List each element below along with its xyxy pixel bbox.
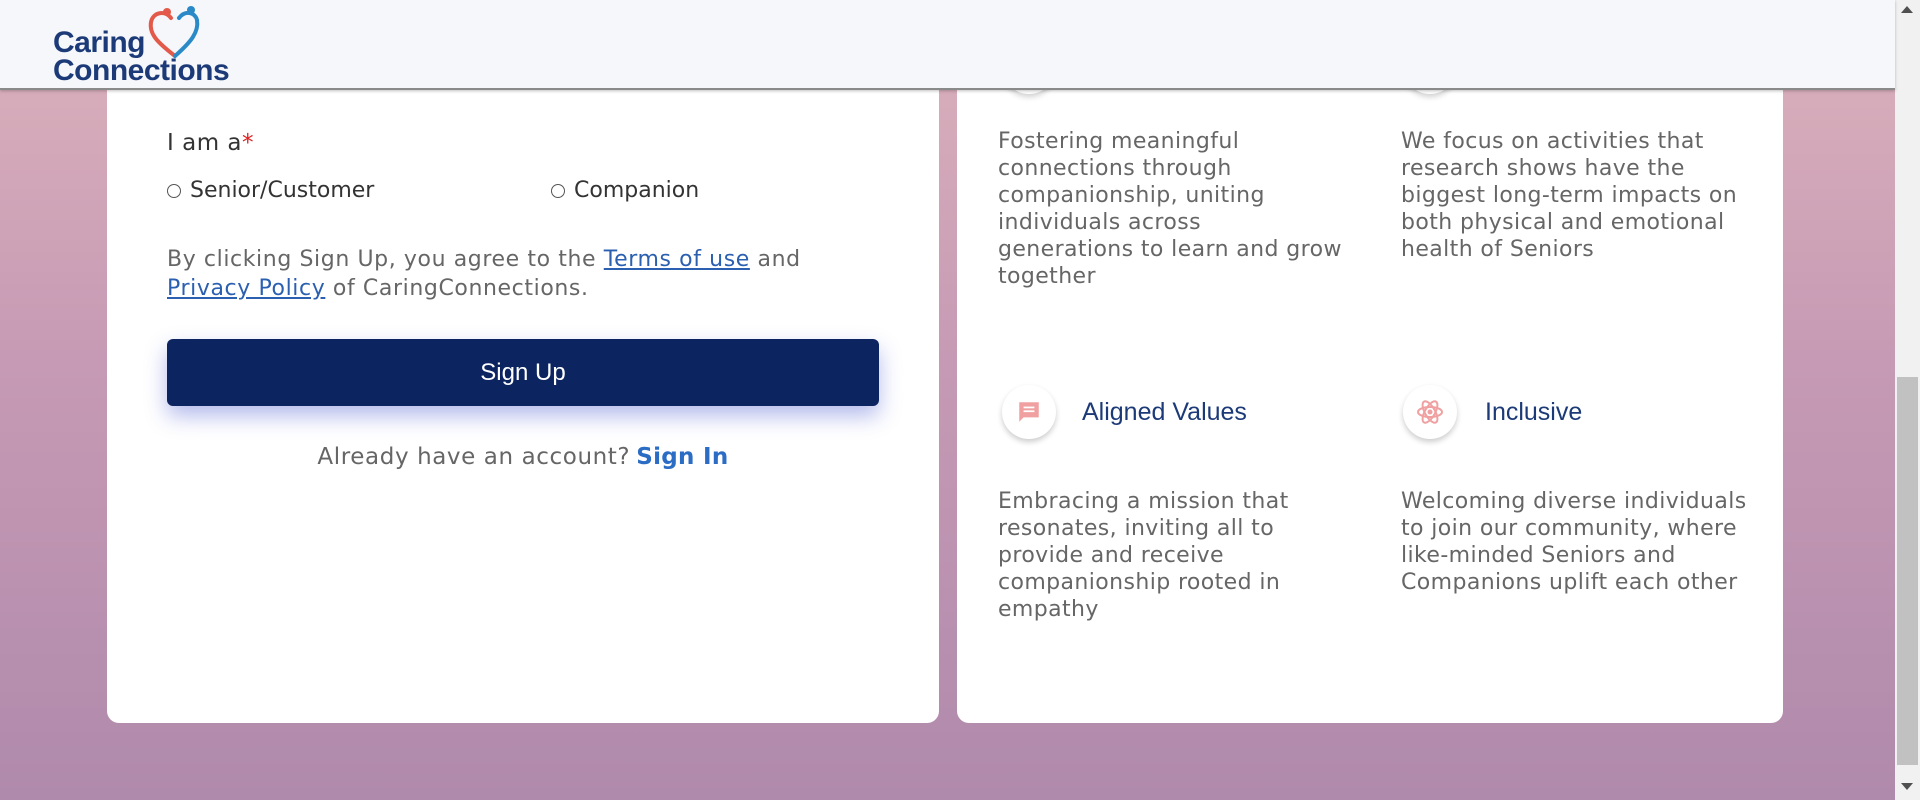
chat-icon [1002, 385, 1056, 439]
caring-connections-logo[interactable]: Caring Connections [50, 4, 240, 86]
atom-icon [1403, 385, 1457, 439]
feature-description: Fostering meaningful connections through… [998, 129, 1342, 289]
radio-label: Senior/Customer [190, 178, 375, 203]
feature-description: We focus on activities that research sho… [1401, 129, 1738, 262]
scroll-down-arrow-icon[interactable] [1901, 783, 1913, 790]
role-label: I am a* [167, 130, 254, 156]
feature-description: Embracing a mission that resonates, invi… [998, 489, 1289, 622]
radio-button[interactable] [167, 183, 181, 198]
feature-title-aligned-values: Aligned Values [1082, 398, 1247, 426]
radio-label: Companion [574, 178, 700, 203]
radio-senior-customer[interactable]: Senior/Customer [167, 178, 374, 203]
scrollbar-thumb[interactable] [1897, 377, 1918, 765]
vertical-scrollbar[interactable] [1895, 0, 1920, 800]
logo-text-connections: Connections [53, 54, 230, 87]
feature-title-inclusive: Inclusive [1485, 398, 1583, 426]
scroll-up-arrow-icon[interactable] [1901, 6, 1913, 13]
terms-of-use-link[interactable]: Terms of use [604, 247, 750, 272]
already-have-account: Already have an account? Sign In [317, 444, 729, 470]
sign-in-link[interactable]: Sign In [636, 444, 728, 470]
feature-description: Welcoming diverse individuals to join ou… [1401, 489, 1747, 595]
terms-text: By clicking Sign Up, you agree to the Te… [167, 247, 801, 301]
radio-companion[interactable]: Companion [551, 178, 699, 203]
heart-logo-icon [148, 6, 200, 58]
radio-button[interactable] [551, 183, 565, 198]
top-header: Caring Connections [0, 0, 1895, 90]
required-mark: * [242, 130, 254, 156]
sign-up-button[interactable]: Sign Up [167, 339, 879, 406]
privacy-policy-link[interactable]: Privacy Policy [167, 276, 325, 301]
